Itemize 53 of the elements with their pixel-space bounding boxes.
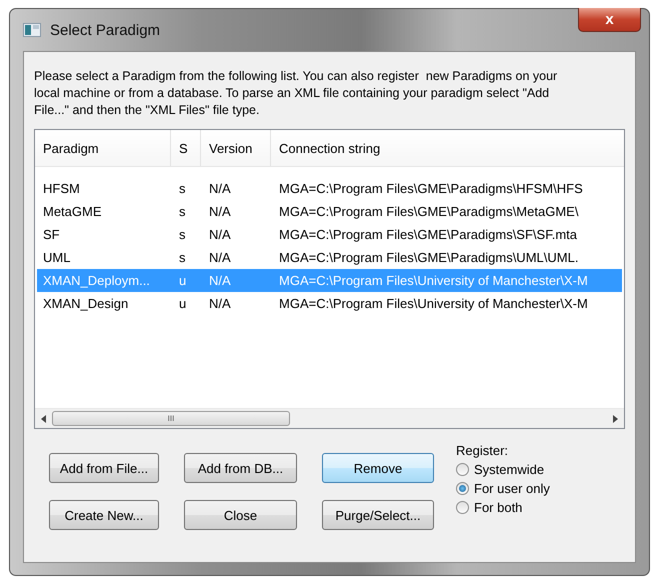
register-option[interactable]: Systemwide (456, 462, 550, 477)
table-cell-text: N/A (208, 296, 232, 311)
instructions-text: Please select a Paradigm from the following list. You can also register new Paradigms on your local machine or from a database. To parse an XML file containing your paradigm select "Add File..." and then the "XML Files" file type. (34, 68, 558, 119)
table-cell-text: MGA=C:\Program Files\GME\Paradigms\MetaGME\ (278, 204, 580, 219)
right-arrow-icon (613, 414, 618, 422)
window-title: Select Paradigm (50, 22, 160, 38)
dialog-button[interactable]: Add from File... (49, 453, 159, 483)
list-row[interactable]: XMAN_Design u N/A MGA=C:\Program Files\University of Manchester\X-M (37, 292, 622, 315)
table-cell-text: MGA=C:\Program Files\GME\Paradigms\SF\SF.mta (278, 227, 578, 242)
dialog-button[interactable]: Create New... (49, 500, 159, 530)
window-close-button[interactable]: x (578, 8, 641, 32)
list-row[interactable]: MetaGME s N/A MGA=C:\Program Files\GME\Paradigms\MetaGME\ (37, 200, 622, 223)
list-row[interactable]: UML s N/A MGA=C:\Program Files\GME\Paradigms\UML\UML. (37, 246, 622, 269)
dialog-button[interactable]: Close (184, 500, 297, 530)
s-header[interactable]: S (171, 130, 201, 166)
dialog-button[interactable]: Purge/Select... (322, 500, 434, 530)
table-cell-text: UML (42, 250, 72, 265)
radio-button[interactable] (456, 482, 469, 495)
table-cell-text: N/A (208, 227, 232, 242)
table-cell-text: s (178, 204, 186, 219)
left-arrow-icon (41, 414, 46, 422)
window-icon (23, 23, 41, 37)
table-cell-text: MGA=C:\Program Files\GME\Paradigms\UML\UML. (278, 250, 580, 265)
list-row[interactable]: HFSM s N/A MGA=C:\Program Files\GME\Paradigms\HFSM\HFS (37, 177, 622, 200)
paradigm-header[interactable]: Paradigm (35, 130, 171, 166)
table-cell-text: SF (42, 227, 61, 242)
table-cell-text: N/A (208, 204, 232, 219)
dialog-button[interactable]: Add from DB... (184, 453, 297, 483)
table-cell-text: MGA=C:\Program Files\University of Manchester\X-M (278, 273, 589, 288)
scrollbar-thumb[interactable]: III (52, 411, 290, 426)
register-option[interactable]: For user only (456, 481, 550, 496)
table-cell-text: N/A (208, 273, 232, 288)
table-cell-text: MetaGME (42, 204, 103, 219)
connection-header[interactable]: Connection string (271, 130, 624, 166)
table-cell-text: s (178, 227, 186, 242)
table-cell-text: N/A (208, 181, 232, 196)
list-row[interactable]: SF s N/A MGA=C:\Program Files\GME\Paradigms\SF\SF.mta (37, 223, 622, 246)
table-cell-text: HFSM (42, 181, 81, 196)
table-cell-text: XMAN_Deploym... (42, 273, 151, 288)
version-header[interactable]: Version (201, 130, 271, 166)
table-cell-text: N/A (208, 250, 232, 265)
radio-button[interactable] (456, 501, 469, 514)
table-cell-text: XMAN_Design (42, 296, 130, 311)
register-option[interactable]: For both (456, 500, 550, 515)
table-cell-text: s (178, 181, 186, 196)
table-cell-text: u (178, 296, 188, 311)
dialog-button[interactable]: Remove (322, 453, 434, 483)
table-cell-text: MGA=C:\Program Files\University of Manchester\X-M (278, 296, 589, 311)
table-cell-text: s (178, 250, 186, 265)
table-cell-text: MGA=C:\Program Files\GME\Paradigms\HFSM\HFS (278, 181, 584, 196)
radio-button[interactable] (456, 463, 469, 476)
register-label: Register: (456, 443, 510, 458)
table-cell-text: u (178, 273, 188, 288)
